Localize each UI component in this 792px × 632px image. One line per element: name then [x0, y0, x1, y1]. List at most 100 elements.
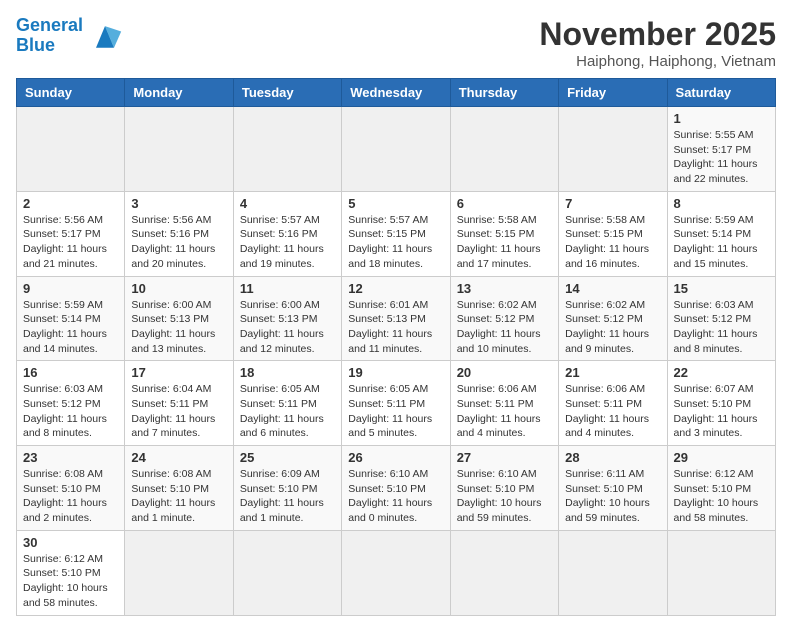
calendar-cell: 2 Sunrise: 5:56 AM Sunset: 5:17 PM Daylig…	[17, 191, 125, 276]
calendar-cell: 20 Sunrise: 6:06 AM Sunset: 5:11 PM Dayli…	[450, 361, 558, 446]
day-info: Sunrise: 6:00 AM Sunset: 5:13 PM Dayligh…	[240, 298, 335, 357]
calendar-cell: 15Sunrise: 6:03 AM Sunset: 5:12 PM Dayli…	[667, 276, 775, 361]
calendar-week-row: 30Sunrise: 6:12 AM Sunset: 5:10 PM Dayli…	[17, 530, 776, 615]
day-number: 8	[674, 196, 769, 211]
calendar-cell	[342, 107, 450, 192]
logo-blue: Blue	[16, 35, 55, 55]
calendar-cell: 8 Sunrise: 5:59 AM Sunset: 5:14 PM Daylig…	[667, 191, 775, 276]
day-number: 18	[240, 365, 335, 380]
calendar-cell: 25 Sunrise: 6:09 AM Sunset: 5:10 PM Dayli…	[233, 446, 341, 531]
calendar-cell	[342, 530, 450, 615]
day-number: 16	[23, 365, 118, 380]
day-info: Sunrise: 6:10 AM Sunset: 5:10 PM Dayligh…	[457, 467, 552, 526]
calendar-cell	[559, 530, 667, 615]
day-number: 22	[674, 365, 769, 380]
day-number: 30	[23, 535, 118, 550]
calendar-cell	[125, 107, 233, 192]
calendar-cell: 26Sunrise: 6:10 AM Sunset: 5:10 PM Dayli…	[342, 446, 450, 531]
day-info: Sunrise: 5:59 AM Sunset: 5:14 PM Dayligh…	[674, 213, 769, 272]
day-number: 19	[348, 365, 443, 380]
day-number: 10	[131, 281, 226, 296]
calendar-cell: 12Sunrise: 6:01 AM Sunset: 5:13 PM Dayli…	[342, 276, 450, 361]
page-header: GeneralBlue November 2025 Haiphong, Haip…	[16, 16, 776, 70]
day-info: Sunrise: 6:03 AM Sunset: 5:12 PM Dayligh…	[674, 298, 769, 357]
day-number: 1	[674, 111, 769, 126]
day-info: Sunrise: 6:02 AM Sunset: 5:12 PM Dayligh…	[457, 298, 552, 357]
calendar-cell	[125, 530, 233, 615]
day-info: Sunrise: 5:57 AM Sunset: 5:15 PM Dayligh…	[348, 213, 443, 272]
day-info: Sunrise: 5:59 AM Sunset: 5:14 PM Dayligh…	[23, 298, 118, 357]
calendar-cell	[450, 530, 558, 615]
calendar-cell: 3Sunrise: 5:56 AM Sunset: 5:16 PM Daylig…	[125, 191, 233, 276]
calendar-cell: 5 Sunrise: 5:57 AM Sunset: 5:15 PM Daylig…	[342, 191, 450, 276]
day-number: 23	[23, 450, 118, 465]
day-info: Sunrise: 5:56 AM Sunset: 5:17 PM Dayligh…	[23, 213, 118, 272]
calendar-cell: 16 Sunrise: 6:03 AM Sunset: 5:12 PM Dayli…	[17, 361, 125, 446]
day-number: 2	[23, 196, 118, 211]
day-number: 9	[23, 281, 118, 296]
weekday-header: Thursday	[450, 79, 558, 107]
calendar-week-row: 16 Sunrise: 6:03 AM Sunset: 5:12 PM Dayli…	[17, 361, 776, 446]
day-info: Sunrise: 6:05 AM Sunset: 5:11 PM Dayligh…	[240, 382, 335, 441]
calendar-week-row: 2 Sunrise: 5:56 AM Sunset: 5:17 PM Daylig…	[17, 191, 776, 276]
calendar-cell: 14Sunrise: 6:02 AM Sunset: 5:12 PM Dayli…	[559, 276, 667, 361]
calendar-cell: 23 Sunrise: 6:08 AM Sunset: 5:10 PM Dayli…	[17, 446, 125, 531]
calendar-cell	[450, 107, 558, 192]
weekday-header: Saturday	[667, 79, 775, 107]
day-info: Sunrise: 5:56 AM Sunset: 5:16 PM Dayligh…	[131, 213, 226, 272]
weekday-header: Friday	[559, 79, 667, 107]
calendar-subtitle: Haiphong, Haiphong, Vietnam	[539, 53, 776, 70]
calendar-cell	[559, 107, 667, 192]
calendar-title: November 2025	[539, 16, 776, 53]
calendar-week-row: 23 Sunrise: 6:08 AM Sunset: 5:10 PM Dayli…	[17, 446, 776, 531]
day-number: 26	[348, 450, 443, 465]
day-info: Sunrise: 6:06 AM Sunset: 5:11 PM Dayligh…	[565, 382, 660, 441]
logo: GeneralBlue	[16, 16, 123, 56]
day-info: Sunrise: 6:07 AM Sunset: 5:10 PM Dayligh…	[674, 382, 769, 441]
day-number: 24	[131, 450, 226, 465]
calendar-cell: 28 Sunrise: 6:11 AM Sunset: 5:10 PM Dayli…	[559, 446, 667, 531]
day-number: 27	[457, 450, 552, 465]
calendar-cell: 13Sunrise: 6:02 AM Sunset: 5:12 PM Dayli…	[450, 276, 558, 361]
day-number: 28	[565, 450, 660, 465]
day-info: Sunrise: 6:06 AM Sunset: 5:11 PM Dayligh…	[457, 382, 552, 441]
calendar-cell: 29Sunrise: 6:12 AM Sunset: 5:10 PM Dayli…	[667, 446, 775, 531]
day-info: Sunrise: 6:03 AM Sunset: 5:12 PM Dayligh…	[23, 382, 118, 441]
day-info: Sunrise: 5:58 AM Sunset: 5:15 PM Dayligh…	[457, 213, 552, 272]
calendar-cell: 21Sunrise: 6:06 AM Sunset: 5:11 PM Dayli…	[559, 361, 667, 446]
calendar-cell: 10 Sunrise: 6:00 AM Sunset: 5:13 PM Dayli…	[125, 276, 233, 361]
calendar-cell: 17Sunrise: 6:04 AM Sunset: 5:11 PM Dayli…	[125, 361, 233, 446]
calendar-table: SundayMondayTuesdayWednesdayThursdayFrid…	[16, 78, 776, 616]
calendar-cell: 1Sunrise: 5:55 AM Sunset: 5:17 PM Daylig…	[667, 107, 775, 192]
day-number: 11	[240, 281, 335, 296]
day-info: Sunrise: 6:08 AM Sunset: 5:10 PM Dayligh…	[23, 467, 118, 526]
day-info: Sunrise: 5:58 AM Sunset: 5:15 PM Dayligh…	[565, 213, 660, 272]
calendar-cell: 27 Sunrise: 6:10 AM Sunset: 5:10 PM Dayli…	[450, 446, 558, 531]
logo-icon	[87, 22, 123, 50]
calendar-cell: 24Sunrise: 6:08 AM Sunset: 5:10 PM Dayli…	[125, 446, 233, 531]
logo-text: GeneralBlue	[16, 16, 83, 56]
day-number: 14	[565, 281, 660, 296]
calendar-week-row: 9 Sunrise: 5:59 AM Sunset: 5:14 PM Daylig…	[17, 276, 776, 361]
day-info: Sunrise: 6:09 AM Sunset: 5:10 PM Dayligh…	[240, 467, 335, 526]
day-number: 20	[457, 365, 552, 380]
calendar-cell: 11 Sunrise: 6:00 AM Sunset: 5:13 PM Dayli…	[233, 276, 341, 361]
day-info: Sunrise: 6:04 AM Sunset: 5:11 PM Dayligh…	[131, 382, 226, 441]
calendar-cell: 6 Sunrise: 5:58 AM Sunset: 5:15 PM Daylig…	[450, 191, 558, 276]
day-info: Sunrise: 6:05 AM Sunset: 5:11 PM Dayligh…	[348, 382, 443, 441]
day-number: 5	[348, 196, 443, 211]
weekday-header-row: SundayMondayTuesdayWednesdayThursdayFrid…	[17, 79, 776, 107]
title-area: November 2025 Haiphong, Haiphong, Vietna…	[539, 16, 776, 70]
day-number: 25	[240, 450, 335, 465]
calendar-cell: 18 Sunrise: 6:05 AM Sunset: 5:11 PM Dayli…	[233, 361, 341, 446]
day-info: Sunrise: 6:00 AM Sunset: 5:13 PM Dayligh…	[131, 298, 226, 357]
day-info: Sunrise: 6:11 AM Sunset: 5:10 PM Dayligh…	[565, 467, 660, 526]
weekday-header: Tuesday	[233, 79, 341, 107]
day-number: 7	[565, 196, 660, 211]
logo-general: General	[16, 15, 83, 35]
day-number: 29	[674, 450, 769, 465]
calendar-cell: 9 Sunrise: 5:59 AM Sunset: 5:14 PM Daylig…	[17, 276, 125, 361]
calendar-cell: 7 Sunrise: 5:58 AM Sunset: 5:15 PM Daylig…	[559, 191, 667, 276]
weekday-header: Sunday	[17, 79, 125, 107]
day-number: 6	[457, 196, 552, 211]
